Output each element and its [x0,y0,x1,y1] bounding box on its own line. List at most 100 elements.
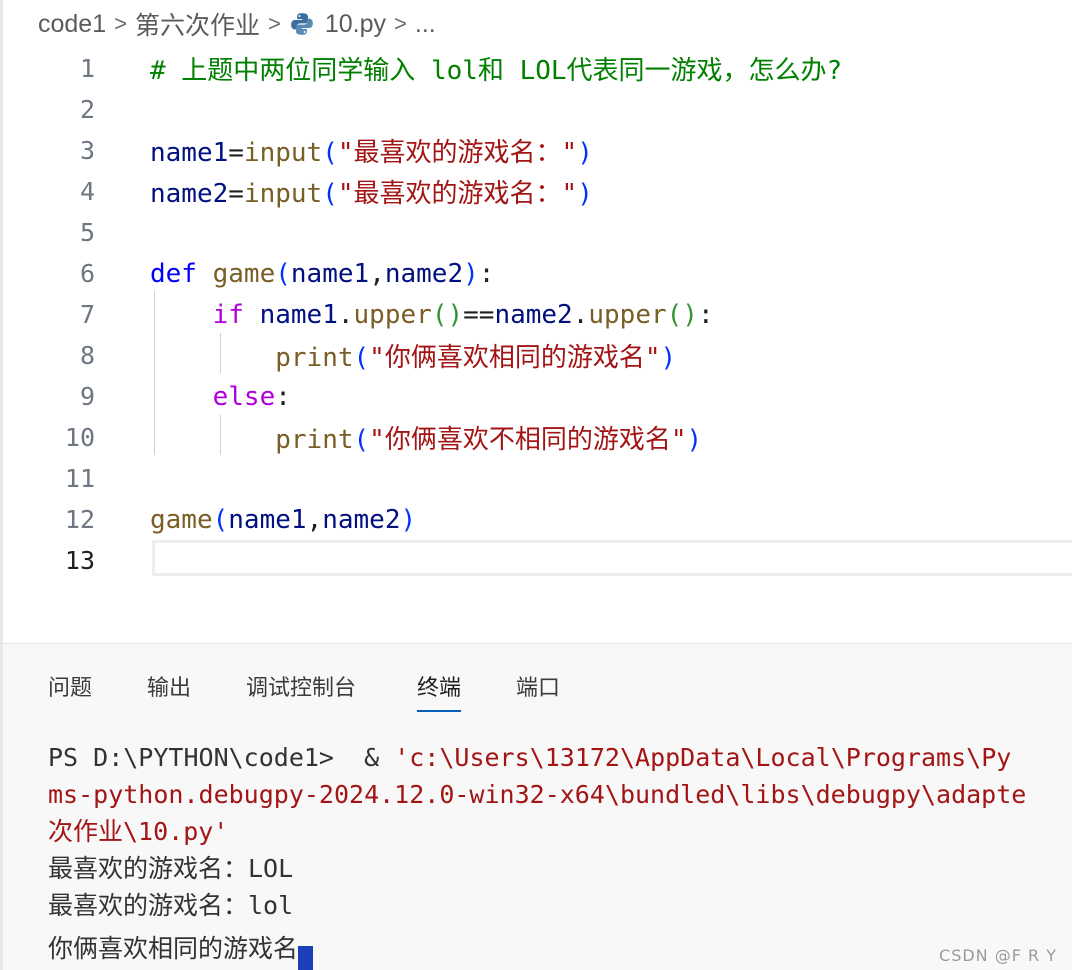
code-text: if name1.upper()==name2.upper(): [150,300,714,330]
paren-token: ( [322,138,338,168]
code-line: 12 game(name1,name2) [3,499,1072,540]
terminal-line: 最喜欢的游戏名：lol [48,891,294,920]
code-text: print("你俩喜欢不相同的游戏名") [150,419,702,456]
line-number: 7 [79,300,95,329]
paren-token: ) [577,138,593,168]
terminal-cursor [298,946,314,970]
func-token: upper [588,299,667,330]
paren-token: ( [353,425,370,455]
func-token: input [243,138,323,168]
line-number: 2 [79,95,95,124]
terminal-amp: & [333,743,395,772]
func-token: input [243,179,323,209]
terminal-prompt: PS D:\PYTHON\code1> [48,743,334,772]
code-line: 2 [3,89,1072,130]
code-line: 8 print("你俩喜欢相同的游戏名") [3,335,1072,376]
paren-token: ( [275,258,291,289]
op-token: = [228,138,244,168]
paren-token: ( [212,504,229,535]
code-text: name1=input("最喜欢的游戏名：") [150,132,593,169]
code-line: 5 [3,212,1072,253]
op-token: == [463,299,495,330]
paren-token: ) [400,504,417,535]
func-token: game [150,504,213,535]
line-number: 3 [79,136,95,165]
func-token: print [275,425,354,455]
tab-problems[interactable]: 问题 [48,670,92,702]
bottom-panel: 问题 输出 调试控制台 终端 端口 PS D:\PYTHON\code1> & … [3,643,1072,970]
line-number: 4 [79,177,95,206]
code-text: def game(name1,name2): [150,259,494,289]
paren-token: ) [686,425,703,455]
keyword-token: else [212,381,276,412]
op-token: = [228,179,244,209]
terminal-line: 你俩喜欢相同的游戏名 [48,924,1026,970]
var-token: name2 [494,299,573,330]
op-token: , [306,504,323,535]
string-token: "你俩喜欢不相同的游戏名" [369,425,687,455]
line-number: 12 [64,505,95,534]
code-text: # 上题中两位同学输入 lol和 LOL代表同一游戏，怎么办? [150,50,842,87]
paren-token: ( [322,179,338,209]
code-text: name2=input("最喜欢的游戏名：") [150,173,593,210]
paren-token: ) [660,343,677,373]
tab-ports[interactable]: 端口 [516,670,560,702]
code-line: 7 if name1.upper()==name2.upper(): [3,294,1072,335]
var-token: name1 [259,299,338,330]
var-token: name2 [384,258,464,289]
comment-token: # 上题中两位同学输入 lol和 LOL代表同一游戏，怎么办? [150,56,843,86]
tab-terminal[interactable]: 终端 [417,670,462,712]
var-token: name1 [228,504,307,535]
code-line: 9 else: [3,376,1072,417]
op-token: : [697,299,714,330]
paren-token: ) [463,258,479,289]
panel-tabs: 问题 输出 调试控制台 终端 端口 [3,644,1072,724]
chevron-right-icon: > [394,11,407,36]
var-token: name1 [150,138,229,168]
var-token: name2 [322,504,401,535]
paren-token: ) [577,179,593,209]
line-number: 8 [79,341,95,370]
breadcrumb-subfolder[interactable]: 第六次作业 [135,6,260,42]
code-editor[interactable]: 1 # 上题中两位同学输入 lol和 LOL代表同一游戏，怎么办? 2 3 na… [3,46,1072,642]
line-number: 9 [79,382,95,411]
terminal-line: ms-python.debugpy-2024.12.0-win32-x64\bu… [48,780,1027,809]
op-token: . [337,299,354,330]
breadcrumb-folder[interactable]: code1 [38,10,106,39]
terminal-line: 次作业\10.py' [48,817,229,846]
code-text: game(name1,name2) [150,505,416,535]
terminal-line: 最喜欢的游戏名：LOL [48,854,294,883]
paren-token: () [666,299,698,330]
code-line: 6 def game(name1,name2): [3,253,1072,294]
string-token: "最喜欢的游戏名：" [337,138,578,168]
terminal-command: 'c:\Users\13172\AppData\Local\Programs\P… [394,743,1012,772]
op-token: , [369,258,385,289]
paren-token: () [431,299,464,330]
line-number: 1 [79,54,95,83]
string-token: "最喜欢的游戏名：" [337,179,578,209]
breadcrumb-file[interactable]: 10.py [325,10,386,39]
code-line: 11 [3,458,1072,499]
breadcrumb-more[interactable]: ... [415,10,436,39]
code-line: 13 [3,540,1072,581]
vscode-window: code1 > 第六次作业 > 10.py > ... 1 # 上题中两位同学输… [0,0,1072,970]
string-token: "你俩喜欢相同的游戏名" [369,343,661,373]
code-line: 10 print("你俩喜欢不相同的游戏名") [3,417,1072,458]
code-line: 1 # 上题中两位同学输入 lol和 LOL代表同一游戏，怎么办? [3,48,1072,89]
line-number: 5 [79,218,95,247]
func-token: upper [353,299,432,330]
tab-output[interactable]: 输出 [147,670,191,702]
chevron-right-icon: > [114,11,127,36]
watermark: CSDN @F R Y [939,946,1057,965]
terminal-output[interactable]: PS D:\PYTHON\code1> & 'c:\Users\13172\Ap… [48,739,1027,970]
line-number: 11 [64,464,95,493]
tab-debug-console[interactable]: 调试控制台 [246,670,356,702]
keyword-token: def [150,258,197,289]
code-line: 3 name1=input("最喜欢的游戏名：") [3,130,1072,171]
breadcrumb: code1 > 第六次作业 > 10.py > ... [38,6,436,42]
code-line: 4 name2=input("最喜欢的游戏名：") [3,171,1072,212]
keyword-token: if [212,299,244,330]
var-token: name2 [150,179,229,209]
code-text: else: [150,382,291,412]
op-token: . [572,299,589,330]
